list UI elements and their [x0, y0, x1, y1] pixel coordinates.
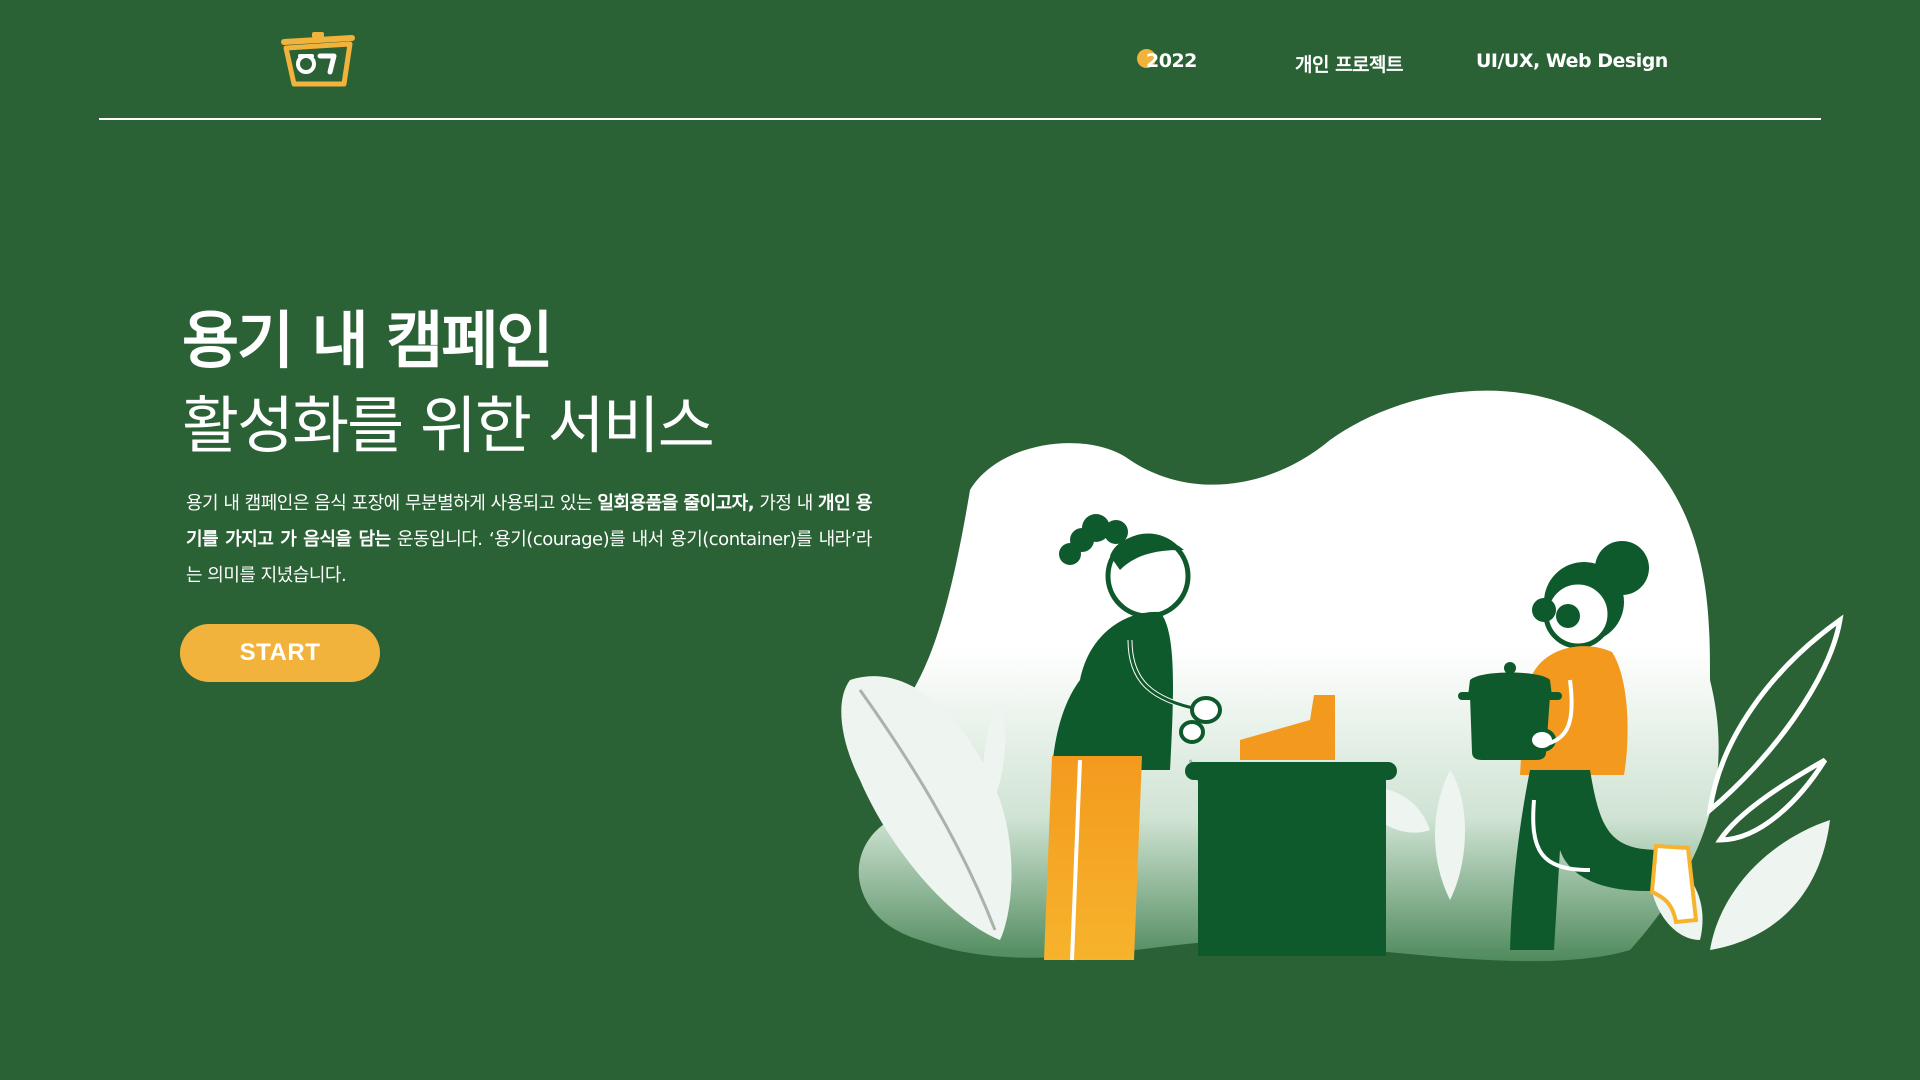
header-divider	[99, 118, 1821, 120]
start-button[interactable]: START	[180, 624, 380, 682]
nav-year: 2022	[1146, 50, 1197, 72]
leaf-right-outline-2	[1715, 757, 1828, 843]
leaf-right-outline-1	[1706, 614, 1844, 817]
nav-field: UI/UX, Web Design	[1476, 50, 1668, 72]
hero-illustration	[830, 380, 1870, 970]
table-body	[1198, 778, 1386, 956]
table-top	[1185, 762, 1397, 780]
pot-container-icon	[281, 32, 355, 87]
people-cooking-illustration	[841, 390, 1844, 962]
hero-title-line1: 용기 내 캠페인	[182, 304, 553, 377]
logo[interactable]	[278, 30, 358, 88]
landing-page: 2022 개인 프로젝트 UI/UX, Web Design 용기 내 캠페인 …	[0, 0, 1920, 1080]
hero-description: 용기 내 캠페인은 음식 포장에 무분별하게 사용되고 있는 일회용품을 줄이고…	[186, 486, 873, 594]
hero-title-line2: 활성화를 위한 서비스	[182, 389, 715, 462]
desc-text-2: 가정 내	[754, 493, 819, 514]
desc-text-1: 용기 내 캠페인은 음식 포장에 무분별하게 사용되고 있는	[186, 493, 598, 514]
desc-bold-1: 일회용품을 줄이고자,	[597, 493, 755, 514]
nav-project-type: 개인 프로젝트	[1295, 54, 1404, 76]
